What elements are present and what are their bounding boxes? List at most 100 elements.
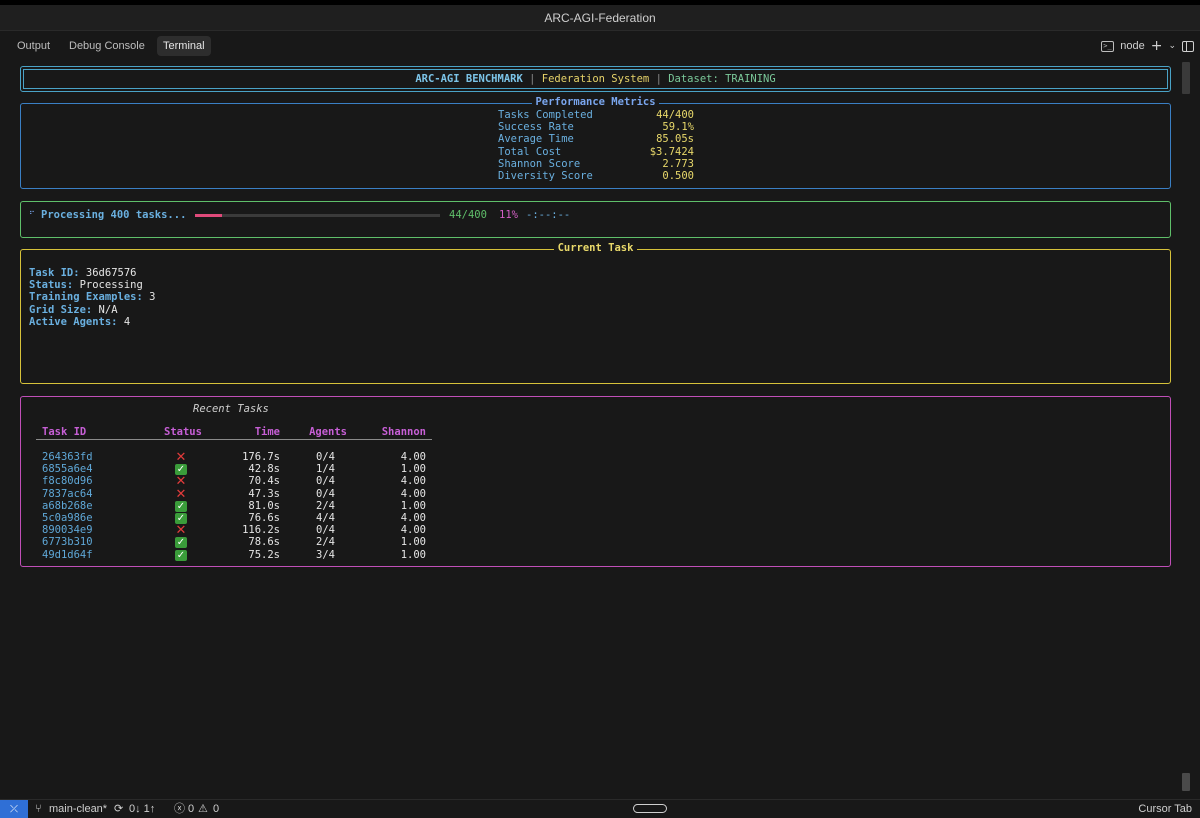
current-task-title: Current Task — [553, 242, 638, 254]
current-task-panel: Current Task Task ID: 36d67576 Status: Pr… — [20, 242, 1171, 384]
current-task-field: Grid Size: N/A — [29, 304, 155, 316]
metric-row: Shannon Score 2.773 — [498, 158, 694, 170]
field-key: Status: — [29, 279, 74, 292]
col-header-shannon: Shannon — [381, 426, 426, 438]
scrollbar-thumb[interactable] — [1182, 62, 1190, 94]
agents-cell: 1/4 — [316, 463, 335, 476]
cross-icon: ✕ — [175, 450, 187, 465]
cross-icon: ✕ — [175, 474, 187, 490]
terminal-toolbar: >_ node + ⌄ — [1101, 36, 1200, 56]
col-header-agents: Agents — [309, 426, 347, 438]
git-branch-icon: ⑂ — [35, 802, 42, 815]
field-value: 3 — [149, 291, 156, 304]
tab-terminal[interactable]: Terminal — [157, 36, 211, 56]
cursor-tab-label[interactable]: Cursor Tab — [1138, 800, 1192, 818]
plus-icon[interactable]: + — [1151, 38, 1163, 54]
field-key: Grid Size: — [29, 303, 93, 316]
shannon-cell: 4.00 — [400, 475, 426, 488]
system-name: Federation System — [541, 73, 650, 85]
time-cell: 47.3s — [248, 487, 280, 500]
sync-icon[interactable]: ⟳ — [114, 800, 123, 818]
benchmark-name: ARC-AGI BENCHMARK — [415, 73, 523, 85]
progress-count: 44/400 — [449, 209, 487, 221]
metric-row: Average Time 85.05s — [498, 133, 694, 145]
git-branch[interactable]: main-clean* — [49, 800, 107, 818]
metric-label: Diversity Score — [498, 169, 593, 182]
shannon-cell: 4.00 — [400, 524, 426, 537]
tab-debug-console[interactable]: Debug Console — [63, 36, 151, 56]
metrics-title: Performance Metrics — [532, 96, 659, 108]
shell-selector[interactable]: node — [1120, 40, 1144, 52]
progress-bar-fill — [195, 214, 222, 217]
agents-cell: 0/4 — [316, 451, 335, 463]
chevron-down-icon[interactable]: ⌄ — [1168, 41, 1176, 51]
agents-cell: 2/4 — [316, 499, 335, 512]
remote-icon[interactable]: ⤫ — [0, 800, 28, 818]
header-separator: | — [655, 73, 662, 85]
current-task-field: Task ID: 36d67576 — [29, 267, 155, 279]
spinner-icon: ⠋ — [29, 210, 35, 219]
shannon-cell: 4.00 — [400, 511, 426, 524]
metric-value: 0.500 — [662, 169, 694, 182]
warning-count[interactable]: 0 — [213, 800, 219, 818]
metric-value: 85.05s — [656, 133, 694, 146]
terminal-icon: >_ — [1101, 40, 1115, 52]
task-id-cell: f8c80d96 — [42, 475, 93, 488]
split-panel-icon[interactable] — [1182, 40, 1194, 52]
terminal-view[interactable]: ARC-AGI BENCHMARK | Federation System | … — [0, 60, 1200, 799]
header-separator: | — [529, 73, 536, 85]
agents-cell: 3/4 — [316, 548, 335, 561]
col-header-status: Status — [164, 426, 202, 438]
metric-row: Tasks Completed 44/400 — [498, 109, 694, 121]
error-count[interactable]: 0 — [188, 800, 194, 818]
task-id-cell: 5c0a986e — [42, 511, 93, 524]
shannon-cell: 4.00 — [400, 451, 426, 463]
metric-label: Shannon Score — [498, 157, 581, 170]
performance-metrics-panel: Performance Metrics Tasks Completed 44/40… — [20, 96, 1171, 189]
field-value: 36d67576 — [85, 267, 137, 279]
metric-label: Success Rate — [498, 121, 574, 134]
metric-value: 2.773 — [662, 157, 694, 170]
time-cell: 176.7s — [242, 451, 280, 463]
col-header-task-id: Task ID — [42, 426, 87, 438]
table-row: 264363fd ✕ 176.7s 0/4 4.00 — [36, 450, 432, 465]
window-title: ARC-AGI-Federation — [0, 5, 1200, 31]
agents-cell: 4/4 — [316, 511, 335, 524]
time-cell: 70.4s — [248, 475, 280, 488]
shannon-cell: 1.00 — [400, 463, 426, 476]
field-value: 4 — [123, 315, 131, 328]
metrics-table: Tasks Completed 44/400 Success Rate 59.1% Av… — [498, 109, 694, 182]
agents-cell: 0/4 — [316, 524, 335, 537]
table-row: 6773b310 ✓ 78.6s 2/4 1.00 — [36, 536, 432, 549]
metric-label: Tasks Completed — [498, 109, 593, 121]
time-cell: 78.6s — [248, 536, 280, 549]
table-row: 7837ac64 ✕ 47.3s 0/4 4.00 — [36, 486, 432, 502]
shannon-cell: 1.00 — [400, 548, 426, 561]
field-key: Task ID: — [29, 267, 80, 279]
progress-panel: ⠋ Processing 400 tasks... 44/400 11% -:-… — [20, 201, 1171, 238]
time-cell: 75.2s — [248, 548, 280, 561]
scrollbar-thumb-bottom[interactable] — [1182, 773, 1190, 791]
progress-bar — [195, 214, 440, 217]
error-icon[interactable]: ⓧ — [174, 800, 185, 818]
progress-eta: -:--:-- — [526, 209, 571, 221]
agents-cell: 2/4 — [316, 536, 335, 549]
time-cell: 81.0s — [248, 499, 280, 512]
shannon-cell: 1.00 — [400, 499, 426, 512]
sync-status[interactable]: 0↓ 1↑ — [129, 800, 155, 818]
current-task-field: Status: Processing — [29, 279, 155, 291]
cross-icon: ✕ — [175, 486, 187, 502]
agents-cell: 0/4 — [316, 487, 335, 500]
table-row: 6855a6e4 ✓ 42.8s 1/4 1.00 — [36, 463, 432, 476]
warning-icon[interactable]: ⚠ — [198, 800, 208, 818]
check-icon: ✓ — [175, 549, 187, 561]
recent-tasks-panel: Recent Tasks Task ID Status Time Agents … — [20, 396, 1171, 567]
metric-row: Diversity Score 0.500 — [498, 170, 694, 182]
tab-output[interactable]: Output — [11, 36, 56, 56]
command-center-pill[interactable] — [633, 804, 667, 813]
benchmark-header: ARC-AGI BENCHMARK | Federation System | … — [20, 66, 1171, 92]
time-cell: 42.8s — [248, 463, 280, 476]
metric-value: 59.1% — [662, 121, 694, 134]
table-row: f8c80d96 ✕ 70.4s 0/4 4.00 — [36, 474, 432, 490]
recent-tasks-header: Task ID Status Time Agents Shannon — [36, 426, 432, 440]
